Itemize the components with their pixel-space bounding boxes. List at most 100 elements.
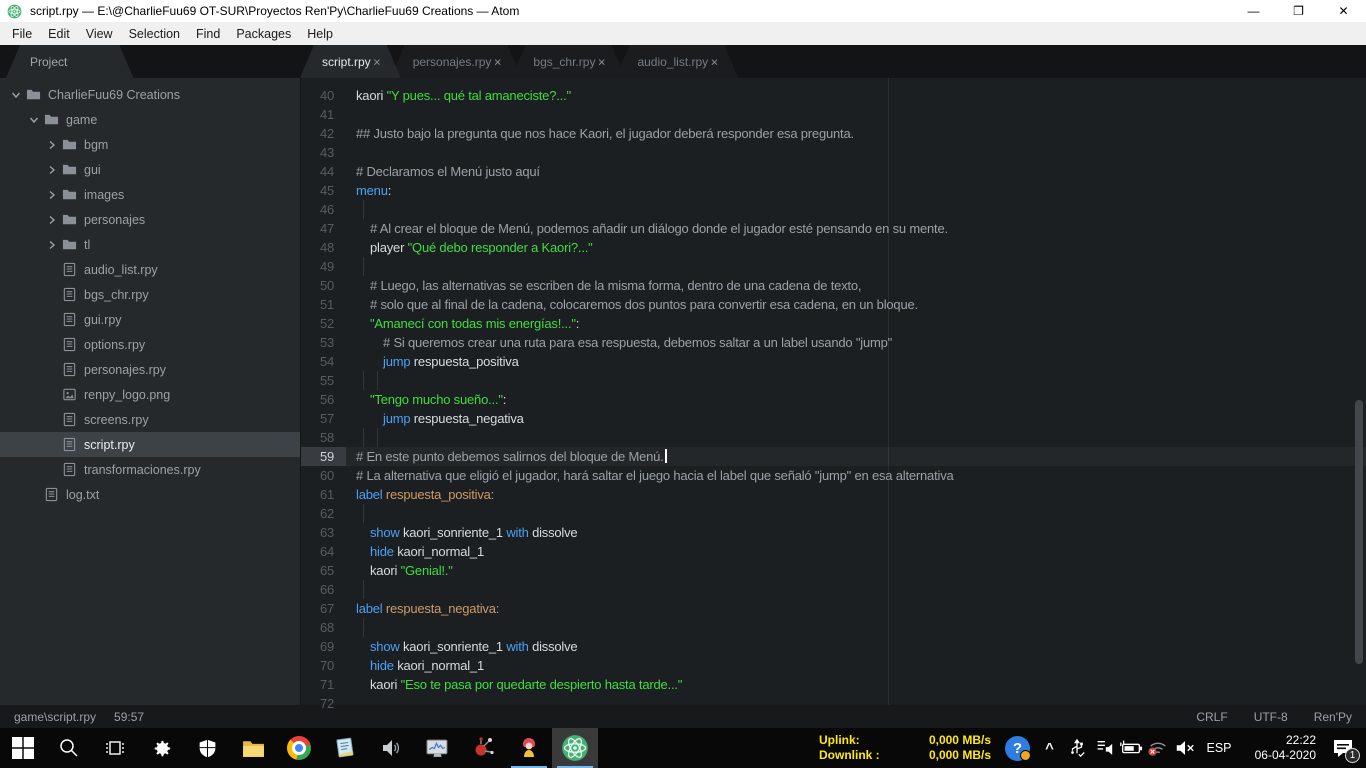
code-line[interactable] [346, 105, 1366, 124]
code-line[interactable]: jump respuesta_positiva [346, 352, 1366, 371]
tab-audio_list.rpy[interactable]: audio_list.rpy× [615, 45, 738, 78]
tab-close-icon[interactable]: × [494, 55, 502, 68]
status-cursor-position[interactable]: 59:57 [114, 710, 144, 724]
help-icon[interactable]: ? [1005, 736, 1030, 761]
code-line[interactable]: # Luego, las alternativas se escriben de… [346, 276, 1366, 295]
file-explorer-icon[interactable] [230, 728, 276, 768]
code-line[interactable]: # solo que al final de la cadena, coloca… [346, 295, 1366, 314]
speaker-app-icon[interactable] [368, 728, 414, 768]
code-line[interactable]: # La alternativa que eligió el jugador, … [346, 466, 1366, 485]
tree-item-script.rpy[interactable]: script.rpy [0, 432, 300, 457]
folder-icon [62, 162, 77, 177]
code-line[interactable] [346, 504, 1366, 523]
tree-item-bgm[interactable]: bgm [0, 132, 300, 157]
code-line[interactable]: kaori "Genial!." [346, 561, 1366, 580]
tree-item-tl[interactable]: tl [0, 232, 300, 257]
tab-bgs_chr.rpy[interactable]: bgs_chr.rpy× [511, 45, 625, 78]
task-view-icon[interactable] [92, 728, 138, 768]
tree-item-log.txt[interactable]: log.txt [0, 482, 300, 507]
code-line[interactable]: # Si queremos crear una ruta para esa re… [346, 333, 1366, 352]
settings-gear-icon[interactable] [138, 728, 184, 768]
code-line[interactable] [346, 618, 1366, 637]
chrome-icon[interactable] [276, 728, 322, 768]
project-panel-tab[interactable]: Project [6, 45, 133, 78]
code-line[interactable] [346, 694, 1366, 713]
tree-item-personajes[interactable]: personajes [0, 207, 300, 232]
volume-muted-icon[interactable] [1171, 728, 1198, 768]
code-line[interactable]: show kaori_sonriente_1 with dissolve [346, 523, 1366, 542]
tree-item-gui.rpy[interactable]: gui.rpy [0, 307, 300, 332]
tray-chevron-icon[interactable]: ^ [1036, 728, 1063, 768]
code-line[interactable]: jump respuesta_negativa [346, 409, 1366, 428]
code-line[interactable]: kaori "Eso te pasa por quedarte despiert… [346, 675, 1366, 694]
code-line[interactable]: label respuesta_negativa: [346, 599, 1366, 618]
notepad-icon[interactable] [322, 728, 368, 768]
tree-item-transformaciones.rpy[interactable]: transformaciones.rpy [0, 457, 300, 482]
code-line[interactable] [346, 428, 1366, 447]
line-number: 64 [301, 542, 346, 561]
anime-app-icon[interactable] [506, 728, 552, 768]
code-line[interactable]: show kaori_sonriente_1 with dissolve [346, 637, 1366, 656]
tree-item-images[interactable]: images [0, 182, 300, 207]
menu-item-find[interactable]: Find [188, 24, 228, 44]
battery-plug-icon[interactable] [1117, 728, 1144, 768]
menu-item-view[interactable]: View [78, 24, 121, 44]
search-icon[interactable] [46, 728, 92, 768]
code-line[interactable]: # En este punto debemos salirnos del blo… [346, 447, 1366, 466]
code-line[interactable]: "Amanecí con todas mis energías!...": [346, 314, 1366, 333]
tree-item-audio_list.rpy[interactable]: audio_list.rpy [0, 257, 300, 282]
editor-scrollbar[interactable] [1355, 400, 1363, 664]
tree-item-label: game [66, 113, 97, 127]
audio-monitor-icon[interactable] [414, 728, 460, 768]
start-icon[interactable] [0, 728, 46, 768]
close-button[interactable]: ✕ [1321, 0, 1366, 22]
language-indicator[interactable]: ESP [1198, 728, 1240, 768]
tab-script.rpy[interactable]: script.rpy× [300, 45, 401, 78]
code-line[interactable]: "Tengo mucho sueño...": [346, 390, 1366, 409]
minimize-button[interactable]: — [1231, 0, 1276, 22]
clock-time: 22:22 [1286, 733, 1316, 748]
code-line[interactable]: player "Qué debo responder a Kaori?..." [346, 238, 1366, 257]
code-editor[interactable]: 4041424344454647484950515253545556575859… [300, 78, 1366, 705]
menu-item-selection[interactable]: Selection [121, 24, 188, 44]
code-line[interactable] [346, 580, 1366, 599]
code-line[interactable] [346, 143, 1366, 162]
tree-item-bgs_chr.rpy[interactable]: bgs_chr.rpy [0, 282, 300, 307]
tree-item-personajes.rpy[interactable]: personajes.rpy [0, 357, 300, 382]
menu-item-edit[interactable]: Edit [40, 24, 78, 44]
atom-icon[interactable] [552, 728, 598, 768]
tab-personajes.rpy[interactable]: personajes.rpy× [391, 45, 522, 78]
code-line[interactable]: kaori "Y pues... qué tal amaneciste?..." [346, 86, 1366, 105]
code-line[interactable]: label respuesta_positiva: [346, 485, 1366, 504]
tree-item-options.rpy[interactable]: options.rpy [0, 332, 300, 357]
wifi-blocked-icon[interactable] [1144, 728, 1171, 768]
code-line[interactable] [346, 371, 1366, 390]
action-center-icon[interactable]: 1 [1320, 728, 1366, 768]
code-line[interactable] [346, 200, 1366, 219]
code-line[interactable]: hide kaori_normal_1 [346, 542, 1366, 561]
tab-close-icon[interactable]: × [373, 55, 381, 68]
tree-item-game[interactable]: game [0, 107, 300, 132]
defender-shield-icon[interactable] [184, 728, 230, 768]
molecule-app-icon[interactable] [460, 728, 506, 768]
code-line[interactable]: ## Justo bajo la pregunta que nos hace K… [346, 124, 1366, 143]
code-line[interactable]: # Declaramos el Menú justo aquí [346, 162, 1366, 181]
tree-item-gui[interactable]: gui [0, 157, 300, 182]
tab-close-icon[interactable]: × [711, 55, 719, 68]
tab-close-icon[interactable]: × [598, 55, 606, 68]
code-line[interactable]: # Al crear el bloque de Menú, podemos añ… [346, 219, 1366, 238]
menu-item-help[interactable]: Help [299, 24, 341, 44]
tree-item-screens.rpy[interactable]: screens.rpy [0, 407, 300, 432]
code-line[interactable]: menu: [346, 181, 1366, 200]
tree-item-CharlieFuu69 Creations[interactable]: CharlieFuu69 Creations [0, 82, 300, 107]
taskbar-clock[interactable]: 22:22 06-04-2020 [1240, 728, 1320, 768]
usb-icon[interactable] [1063, 728, 1090, 768]
code-line[interactable] [346, 257, 1366, 276]
code-line[interactable]: hide kaori_normal_1 [346, 656, 1366, 675]
tree-item-renpy_logo.png[interactable]: renpy_logo.png [0, 382, 300, 407]
status-file-path[interactable]: game\script.rpy [14, 710, 96, 724]
menu-item-packages[interactable]: Packages [228, 24, 299, 44]
restore-button[interactable]: ❐ [1276, 0, 1321, 22]
volume-mixer-icon[interactable] [1090, 728, 1117, 768]
menu-item-file[interactable]: File [4, 24, 40, 44]
